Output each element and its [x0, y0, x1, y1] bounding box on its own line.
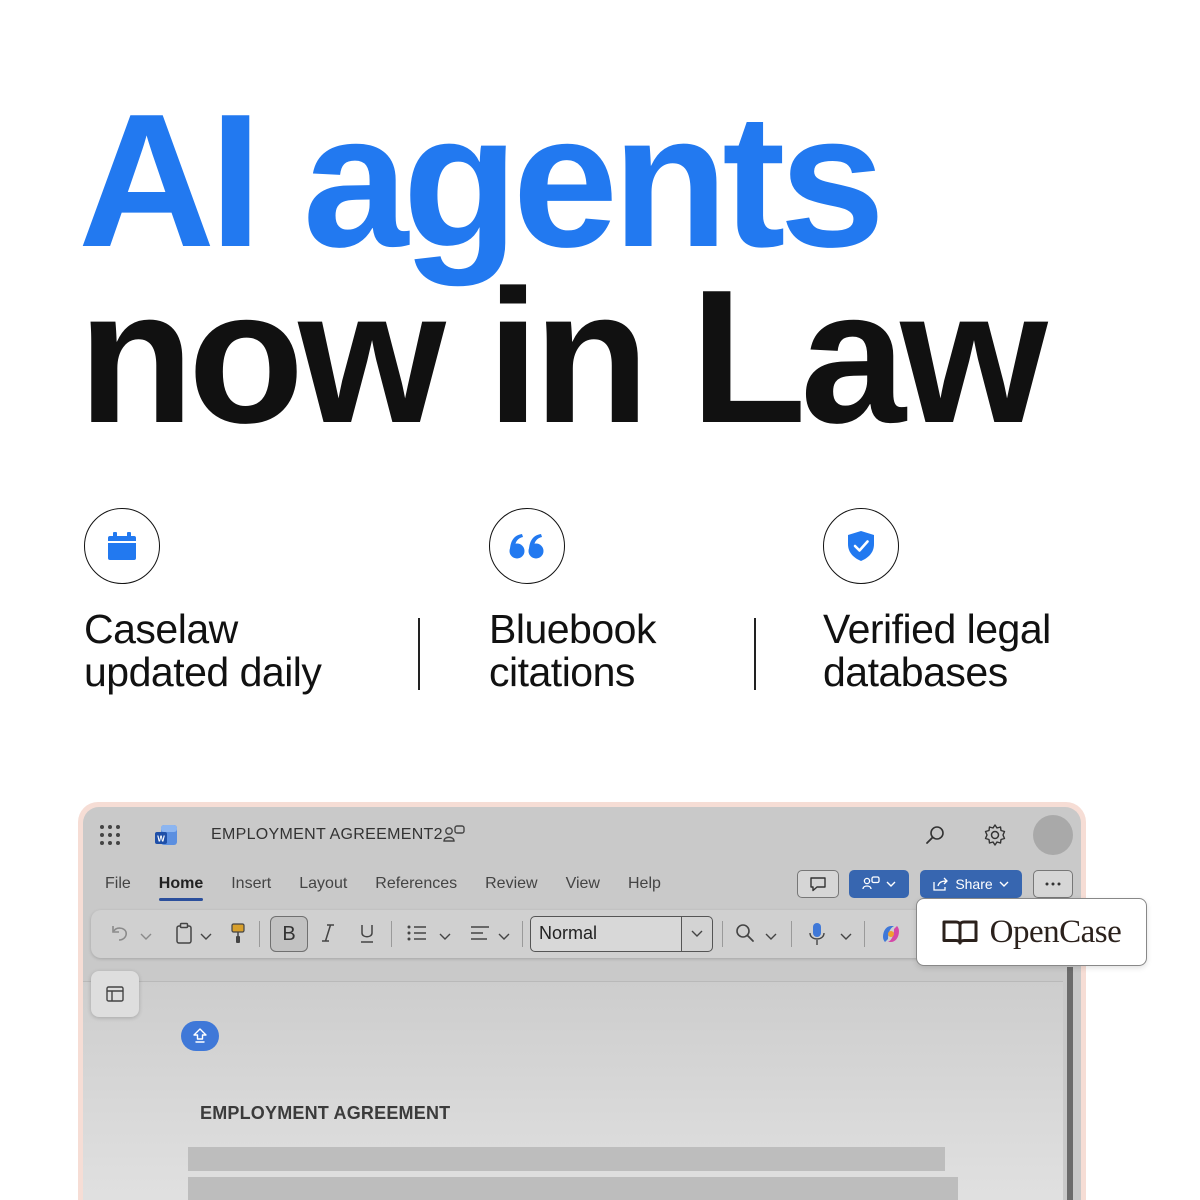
- headline-line-2: now in Law: [78, 251, 1048, 463]
- bullet-list-icon[interactable]: [406, 922, 428, 949]
- comments-button[interactable]: [797, 870, 839, 898]
- italic-icon[interactable]: [318, 922, 338, 949]
- sidebar-panel-icon: [106, 986, 124, 1002]
- chevron-down-icon: [886, 881, 896, 887]
- tab-review[interactable]: Review: [485, 873, 537, 901]
- coauthoring-icon[interactable]: [443, 824, 465, 851]
- chevron-down-icon[interactable]: [140, 928, 152, 946]
- share-button[interactable]: Share: [920, 870, 1022, 898]
- feature-divider: [418, 618, 420, 690]
- feature-verified-line-2: databases: [823, 649, 1008, 695]
- tab-layout[interactable]: Layout: [299, 873, 347, 901]
- upload-icon: [193, 1028, 207, 1043]
- svg-text:W: W: [157, 835, 165, 844]
- word-window: W EMPLOYMENT AGREEMENT2 File Home Insert…: [83, 807, 1081, 1200]
- upload-button[interactable]: [181, 1021, 219, 1051]
- scrollbar[interactable]: [1067, 967, 1073, 1200]
- feature-verified-line-1: Verified legal: [823, 606, 1051, 652]
- open-book-icon: [942, 920, 978, 945]
- format-painter-icon[interactable]: [229, 922, 249, 949]
- chevron-down-icon[interactable]: [439, 928, 451, 946]
- feature-caselaw: Caselaw updated daily: [84, 508, 322, 695]
- toolbar-separator: [391, 921, 392, 947]
- word-logo-icon: W: [155, 823, 179, 847]
- feature-bluebook-line-1: Bluebook: [489, 606, 656, 652]
- share-icon: [933, 877, 949, 891]
- shield-check-icon: [823, 508, 899, 584]
- feature-verified: Verified legal databases: [823, 508, 1051, 694]
- toolbar-separator: [522, 921, 523, 947]
- undo-icon[interactable]: [109, 922, 131, 949]
- quote-icon: [489, 508, 565, 584]
- more-icon: [1045, 882, 1061, 886]
- feature-bluebook: Bluebook citations: [489, 508, 656, 694]
- chevron-down-icon: [999, 881, 1009, 887]
- copilot-icon[interactable]: [879, 922, 903, 951]
- bold-button[interactable]: B: [270, 916, 308, 952]
- ribbon-tabs: File Home Insert Layout References Revie…: [105, 873, 689, 901]
- navigation-pane-button[interactable]: [91, 971, 139, 1017]
- tab-references[interactable]: References: [375, 873, 457, 901]
- opencase-badge[interactable]: OpenCase: [916, 898, 1147, 966]
- more-options-button[interactable]: [1033, 870, 1073, 898]
- style-dropdown-button[interactable]: [681, 916, 713, 952]
- tab-help[interactable]: Help: [628, 873, 661, 901]
- align-icon[interactable]: [469, 922, 491, 949]
- app-launcher-icon[interactable]: [100, 825, 120, 845]
- calendar-icon: [84, 508, 160, 584]
- underline-icon[interactable]: [357, 922, 377, 949]
- toolbar-separator: [722, 921, 723, 947]
- find-icon[interactable]: [734, 922, 756, 949]
- toolbar-separator: [259, 921, 260, 947]
- paste-icon[interactable]: [174, 922, 194, 949]
- feature-caselaw-line-2: updated daily: [84, 649, 322, 695]
- text-line-placeholder: [188, 1147, 945, 1171]
- document-heading[interactable]: EMPLOYMENT AGREEMENT: [200, 1103, 450, 1124]
- opencase-brand: OpenCase: [989, 913, 1122, 950]
- gear-icon[interactable]: [983, 823, 1007, 852]
- chevron-down-icon[interactable]: [200, 928, 212, 946]
- tab-file[interactable]: File: [105, 873, 131, 901]
- toolbar-separator: [864, 921, 865, 947]
- title-bar: W EMPLOYMENT AGREEMENT2: [83, 807, 1081, 863]
- chevron-down-icon: [691, 930, 703, 937]
- tab-home[interactable]: Home: [158, 873, 204, 901]
- feature-bluebook-line-2: citations: [489, 649, 635, 695]
- text-line-placeholder: [188, 1177, 958, 1200]
- search-icon[interactable]: [925, 824, 947, 851]
- comment-icon: [810, 877, 826, 892]
- avatar[interactable]: [1033, 815, 1073, 855]
- chevron-down-icon[interactable]: [840, 928, 852, 946]
- feature-divider: [754, 618, 756, 690]
- tab-insert[interactable]: Insert: [231, 873, 271, 901]
- toolbar-separator: [791, 921, 792, 947]
- coauthor-menu-button[interactable]: [849, 870, 909, 898]
- people-icon: [862, 876, 880, 890]
- chevron-down-icon[interactable]: [498, 928, 510, 946]
- document-title[interactable]: EMPLOYMENT AGREEMENT2: [211, 826, 443, 844]
- tab-view[interactable]: View: [566, 873, 600, 901]
- share-label: Share: [955, 876, 993, 892]
- microphone-icon[interactable]: [807, 922, 827, 951]
- headline-line-1: AI agents: [78, 75, 885, 287]
- feature-caselaw-line-1: Caselaw: [84, 606, 238, 652]
- chevron-down-icon[interactable]: [765, 928, 777, 946]
